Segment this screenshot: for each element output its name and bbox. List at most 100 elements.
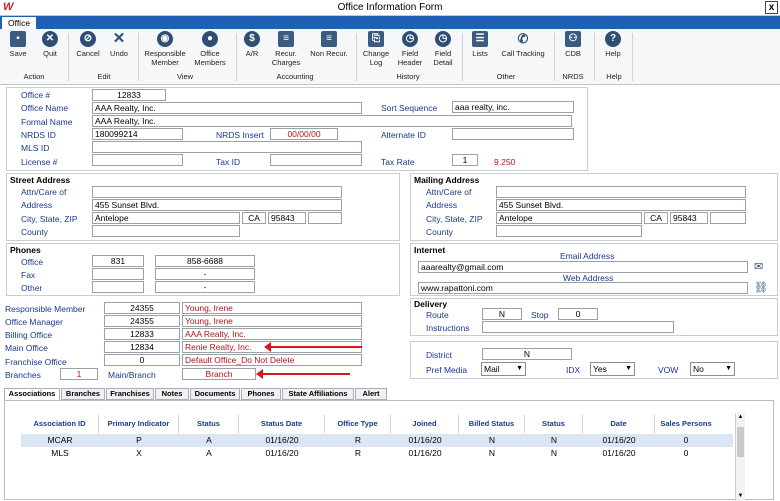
tax-rate-label: Tax Rate bbox=[381, 157, 415, 167]
mailing-city-field[interactable]: Antelope bbox=[496, 212, 642, 224]
associations-grid: Association ID Primary Indicator Status … bbox=[4, 400, 774, 501]
cancel-icon: ⊘ bbox=[80, 31, 96, 47]
recurring-charges-button[interactable]: ≡ Recur. Charges bbox=[268, 31, 304, 67]
tax-id-field[interactable] bbox=[270, 154, 362, 166]
tab-branches[interactable]: Branches bbox=[61, 388, 105, 400]
street-zip4-field[interactable] bbox=[308, 212, 342, 224]
lists-button[interactable]: ☰ Lists bbox=[466, 31, 494, 58]
column-header[interactable]: Association ID bbox=[21, 415, 99, 433]
help-icon: ? bbox=[605, 31, 621, 47]
street-attn-field[interactable] bbox=[92, 186, 342, 198]
money-icon: ≡ bbox=[321, 31, 337, 47]
column-header[interactable]: Sales Persons bbox=[655, 415, 717, 433]
mailing-state-field[interactable]: CA bbox=[644, 212, 668, 224]
quit-button[interactable]: ✕ Quit bbox=[38, 31, 62, 58]
office-members-icon: ● bbox=[202, 31, 218, 47]
field-header-button[interactable]: ◷ Field Header bbox=[394, 31, 426, 67]
formal-name-field[interactable]: AAA Realty, Inc. bbox=[92, 115, 572, 127]
clock-icon: ◷ bbox=[402, 31, 418, 47]
vertical-scrollbar[interactable]: ▲ ▼ bbox=[735, 413, 745, 501]
route-field[interactable]: N bbox=[482, 308, 522, 320]
mailing-attn-field[interactable] bbox=[496, 186, 746, 198]
column-header[interactable]: Joined bbox=[391, 415, 459, 433]
phone-other-number-field[interactable]: - bbox=[155, 281, 255, 293]
alternate-id-field[interactable] bbox=[452, 128, 574, 140]
undo-button[interactable]: ✕ Undo bbox=[106, 31, 132, 59]
cdb-button[interactable]: ⚇ CDB bbox=[560, 31, 586, 58]
column-header[interactable]: Primary Indicator bbox=[99, 415, 179, 433]
scrollbar-thumb[interactable] bbox=[737, 427, 744, 457]
billing-office-id-field[interactable]: 12833 bbox=[104, 328, 180, 340]
idx-select[interactable]: Yes ▼ bbox=[590, 362, 635, 376]
nrds-id-field[interactable]: 180099214 bbox=[92, 128, 183, 140]
ar-button[interactable]: $ A/R bbox=[240, 31, 264, 58]
tab-franchises[interactable]: Franchises bbox=[106, 388, 154, 400]
save-button[interactable]: ▪ Save bbox=[6, 31, 30, 58]
office-name-field[interactable]: AAA Realty, Inc. bbox=[92, 102, 362, 114]
call-tracking-button[interactable]: ✆ Call Tracking bbox=[498, 31, 548, 58]
phone-fax-area-field[interactable] bbox=[92, 268, 144, 280]
tab-notes[interactable]: Notes bbox=[155, 388, 189, 400]
street-address-field[interactable]: 455 Sunset Blvd. bbox=[92, 199, 342, 211]
street-zip-field[interactable]: 95843 bbox=[268, 212, 306, 224]
office-members-button[interactable]: ● Office Members bbox=[190, 31, 230, 67]
email-icon[interactable]: ✉ bbox=[754, 260, 763, 273]
mailing-county-field[interactable] bbox=[496, 225, 642, 237]
scroll-up-icon[interactable]: ▲ bbox=[736, 413, 745, 422]
tax-rate-code-field[interactable]: 1 bbox=[452, 154, 478, 166]
table-cell: N bbox=[550, 448, 558, 458]
instructions-field[interactable] bbox=[482, 321, 674, 333]
tab-phones[interactable]: Phones bbox=[241, 388, 281, 400]
street-address-title: Street Address bbox=[10, 175, 71, 185]
pref-media-select[interactable]: Mail ▼ bbox=[481, 362, 526, 376]
web-field[interactable]: www.rapattoni.com bbox=[418, 282, 748, 294]
responsible-member-button[interactable]: ◉ Responsible Member bbox=[142, 31, 188, 67]
close-button[interactable]: x bbox=[765, 1, 778, 14]
tab-office[interactable]: Office bbox=[2, 17, 37, 29]
field-detail-button[interactable]: ◷ Field Detail bbox=[428, 31, 458, 67]
phone-office-number-field[interactable]: 858-6688 bbox=[155, 255, 255, 267]
column-header[interactable]: Office Type bbox=[325, 415, 391, 433]
district-field[interactable]: N bbox=[482, 348, 572, 360]
phone-office-area-field[interactable]: 831 bbox=[92, 255, 144, 267]
column-header[interactable]: Date bbox=[583, 415, 655, 433]
stop-field[interactable]: 0 bbox=[558, 308, 598, 320]
phone-other-area-field[interactable] bbox=[92, 281, 144, 293]
email-field[interactable]: aaarealty@gmail.com bbox=[418, 261, 748, 273]
column-header[interactable]: Status bbox=[525, 415, 583, 433]
mls-id-field[interactable] bbox=[92, 141, 362, 153]
sort-sequence-field[interactable]: aaa realty, inc. bbox=[452, 101, 574, 113]
column-header[interactable]: Status Date bbox=[239, 415, 325, 433]
license-field[interactable] bbox=[92, 154, 183, 166]
cancel-button[interactable]: ⊘ Cancel bbox=[74, 31, 102, 58]
mailing-zip4-field[interactable] bbox=[710, 212, 746, 224]
street-city-field[interactable]: Antelope bbox=[92, 212, 240, 224]
phone-fax-number-field[interactable]: - bbox=[155, 268, 255, 280]
column-header[interactable]: Status bbox=[179, 415, 239, 433]
group-nrds: NRDS bbox=[562, 72, 584, 81]
help-button[interactable]: ? Help bbox=[600, 31, 626, 58]
link-icon[interactable]: ⛓ bbox=[754, 281, 768, 294]
vow-select[interactable]: No ▼ bbox=[690, 362, 735, 376]
tab-state-affiliations[interactable]: State Affiliations bbox=[282, 388, 354, 400]
tab-alert[interactable]: Alert bbox=[355, 388, 387, 400]
tab-documents[interactable]: Documents bbox=[190, 388, 240, 400]
nrds-insert-field[interactable]: 00/00/00 bbox=[270, 128, 338, 140]
responsible-member-id-field[interactable]: 24355 bbox=[104, 302, 180, 314]
table-row[interactable]: MCAR P A 01/16/20 R 01/16/20 N N 01/16/2… bbox=[21, 434, 733, 447]
mailing-zip-field[interactable]: 95843 bbox=[670, 212, 708, 224]
table-row[interactable]: MLS X A 01/16/20 R 01/16/20 N N 01/16/20… bbox=[21, 447, 733, 460]
office-manager-id-field[interactable]: 24355 bbox=[104, 315, 180, 327]
responsible-member-label: Responsible Member bbox=[5, 304, 86, 314]
street-county-field[interactable] bbox=[92, 225, 240, 237]
main-office-id-field[interactable]: 12834 bbox=[104, 341, 180, 353]
mailing-address-field[interactable]: 455 Sunset Blvd. bbox=[496, 199, 746, 211]
scroll-down-icon[interactable]: ▼ bbox=[736, 492, 745, 501]
street-state-field[interactable]: CA bbox=[242, 212, 266, 224]
franchise-office-id-field[interactable]: 0 bbox=[104, 354, 180, 366]
change-log-button[interactable]: ⎘ Change Log bbox=[360, 31, 392, 67]
franchise-office-label: Franchise Office bbox=[5, 357, 67, 367]
office-num-field[interactable]: 12833 bbox=[92, 89, 166, 101]
non-recurring-button[interactable]: ≡ Non Recur. bbox=[306, 31, 352, 58]
column-header[interactable]: Billed Status bbox=[459, 415, 525, 433]
